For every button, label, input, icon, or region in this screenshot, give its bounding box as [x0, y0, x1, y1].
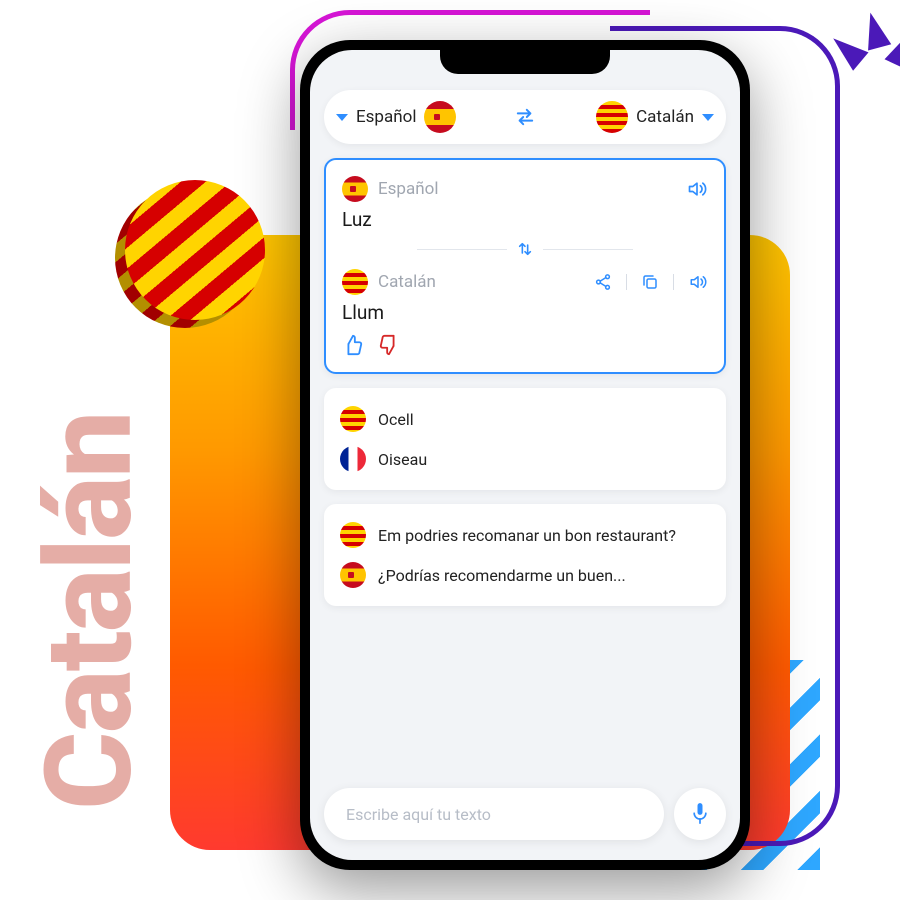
source-language-name: Español: [378, 179, 438, 199]
target-language-selector[interactable]: Catalán: [542, 101, 714, 133]
thumbs-down-button[interactable]: [378, 334, 400, 356]
language-selector-bar: Español Catalán: [324, 90, 726, 144]
spain-flag-icon: [340, 562, 366, 588]
phone-frame: Español Catalán Español: [300, 40, 750, 870]
swap-languages-button[interactable]: [508, 108, 542, 126]
source-language-label: Español: [356, 107, 416, 127]
microphone-icon: [690, 801, 710, 827]
swap-translation-button[interactable]: [342, 241, 708, 257]
source-text: Luz: [342, 208, 708, 231]
catalonia-flag-icon: [342, 269, 368, 295]
app-screen: Español Catalán Español: [310, 50, 740, 860]
thumbs-up-button[interactable]: [342, 334, 364, 356]
decorative-card-text: Catalán: [20, 413, 160, 810]
spain-flag-icon: [342, 176, 368, 202]
copy-button[interactable]: [641, 273, 659, 291]
spain-flag-icon: [424, 101, 456, 133]
history-source-text: Em podries recomanar un bon restaurant?: [378, 526, 676, 545]
chevron-down-icon: [702, 114, 714, 121]
history-card[interactable]: Em podries recomanar un bon restaurant? …: [324, 504, 726, 606]
input-placeholder: Escribe aquí tu texto: [346, 805, 491, 824]
target-text: Llum: [342, 301, 708, 324]
history-source-text: Ocell: [378, 410, 414, 429]
source-language-selector[interactable]: Español: [336, 101, 508, 133]
share-button[interactable]: [594, 273, 612, 291]
swap-vertical-icon: [517, 241, 533, 257]
microphone-button[interactable]: [674, 788, 726, 840]
catalonia-flag-icon: [340, 522, 366, 548]
decorative-coin-catalan: [125, 180, 265, 320]
history-target-text: Oiseau: [378, 450, 427, 469]
catalonia-flag-icon: [340, 406, 366, 432]
phone-notch: [440, 50, 610, 74]
target-language-name: Catalán: [378, 272, 436, 292]
input-bar: Escribe aquí tu texto: [324, 788, 726, 840]
target-language-label: Catalán: [636, 107, 694, 127]
france-flag-icon: [340, 446, 366, 472]
speak-source-button[interactable]: [686, 179, 708, 199]
history-target-text: ¿Podrías recomendarme un buen...: [378, 566, 626, 585]
active-translation-card: Español Luz Catalán: [324, 158, 726, 374]
chevron-down-icon: [336, 114, 348, 121]
text-input[interactable]: Escribe aquí tu texto: [324, 788, 664, 840]
catalonia-flag-icon: [596, 101, 628, 133]
history-card[interactable]: Ocell Oiseau: [324, 388, 726, 490]
speak-target-button[interactable]: [688, 273, 708, 291]
